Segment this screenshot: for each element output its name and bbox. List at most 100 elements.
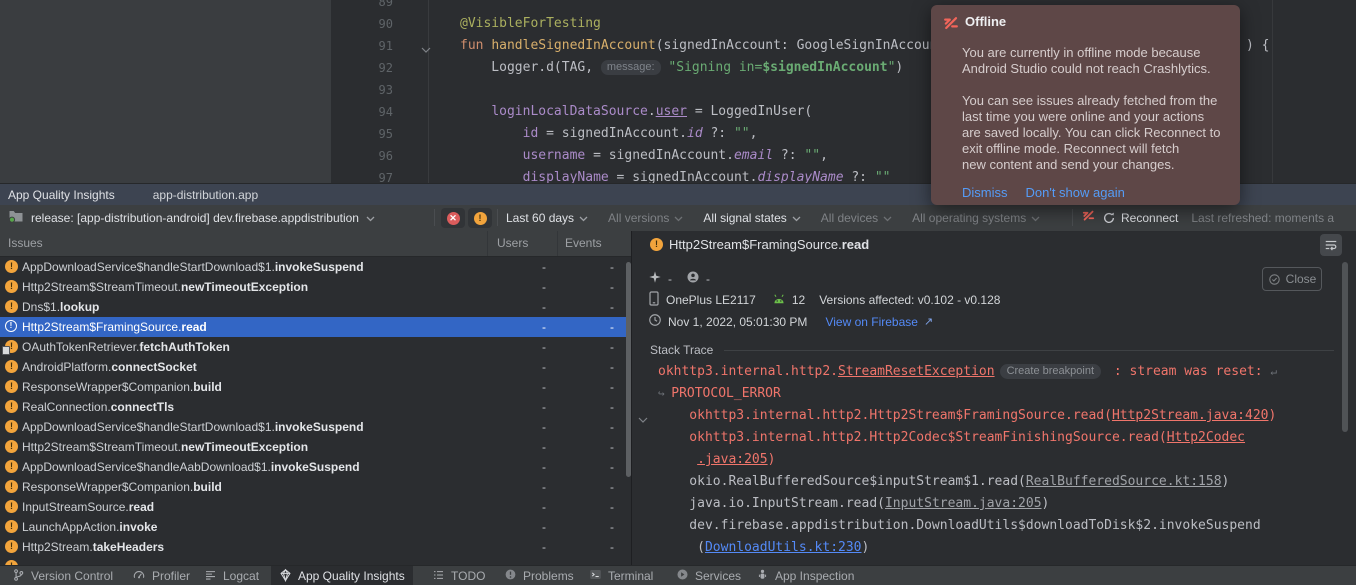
issue-method: newTimeoutException <box>181 280 308 294</box>
filter-label: All versions <box>608 211 669 225</box>
note-badge-icon <box>2 346 10 355</box>
stack-text: ) <box>1042 496 1050 511</box>
issue-users-value: - <box>500 377 546 397</box>
issue-row[interactable]: !Http2Stream$FramingSource.read-- <box>0 317 631 337</box>
tool-window-tab-app-quality-insights[interactable]: App Quality Insights <box>271 566 413 585</box>
refresh-icon <box>1102 211 1116 225</box>
issue-row[interactable]: !AppDownloadService$handleStartDownload$… <box>0 257 631 277</box>
tool-window-tab-terminal[interactable]: Terminal <box>581 566 661 585</box>
filter-dropdown-all-versions[interactable]: All versions <box>608 211 683 225</box>
issue-row[interactable]: !LaunchAppAction.invoke-- <box>0 517 631 537</box>
code-token: "" <box>804 148 820 163</box>
issue-users-value: - <box>500 437 546 457</box>
tool-window-tab-profiler[interactable]: Profiler <box>124 566 198 585</box>
dont-show-again-link[interactable]: Don't show again <box>1026 185 1125 200</box>
detail-scrollbar[interactable] <box>1342 262 1348 432</box>
column-divider[interactable] <box>557 231 558 256</box>
dismiss-link[interactable]: Dismiss <box>962 185 1008 200</box>
code-token: "Signing in= <box>661 60 763 75</box>
stack-frame-link[interactable]: InputStream.java:205 <box>885 496 1042 511</box>
filter-dropdown-all-signal-states[interactable]: All signal states <box>703 211 800 225</box>
close-label: Close <box>1286 272 1317 286</box>
empty-side-panel <box>0 0 332 183</box>
stack-text <box>658 452 697 467</box>
tool-window-tab-problems[interactable]: Problems <box>496 566 582 585</box>
issue-row[interactable]: !Dns$1.lookup-- <box>0 297 631 317</box>
stack-frame-link[interactable]: DownloadUtils.kt:230 <box>705 540 862 555</box>
soft-wrap-button[interactable] <box>1320 234 1342 256</box>
issue-row[interactable]: !AndroidPlatform.connectSocket-- <box>0 357 631 377</box>
issue-row[interactable]: !ResponseWrapper$Companion.build-- <box>0 477 631 497</box>
issue-row[interactable]: !Http2Stream$StreamTimeout.newTimeoutExc… <box>0 277 631 297</box>
non-fatal-filter-toggle[interactable]: ! <box>468 208 492 228</box>
issue-events-value: - <box>568 517 614 537</box>
issue-class: AppDownloadService$handleStartDownload$1… <box>22 260 275 274</box>
stack-frame-link[interactable]: Http2Stream.java:420 <box>1112 408 1269 423</box>
tool-window-tab-services[interactable]: Services <box>668 566 749 585</box>
stack-trace-label: Stack Trace <box>650 343 713 357</box>
issue-class: OAuthTokenRetriever. <box>22 340 139 354</box>
stack-frame-link[interactable]: .java:205 <box>697 452 767 467</box>
column-divider[interactable] <box>487 231 488 256</box>
reconnect-button[interactable]: Reconnect <box>1102 211 1178 225</box>
tool-window-tab-version-control[interactable]: Version Control <box>4 566 121 585</box>
issue-class: Http2Stream. <box>22 540 93 554</box>
filter-dropdown-all-operating-systems[interactable]: All operating systems <box>912 211 1040 225</box>
issue-class: AndroidPlatform. <box>22 360 111 374</box>
issue-row[interactable]: !RealConnection.connectTls-- <box>0 397 631 417</box>
services-icon <box>676 568 689 584</box>
issue-row[interactable]: !AppDownloadService$handleAabDownload$1.… <box>0 457 631 477</box>
code-token: , <box>750 126 758 141</box>
code-token: "" <box>875 170 891 183</box>
issue-users-value: - <box>500 297 546 317</box>
tool-window-tab-todo[interactable]: TODO <box>424 566 493 585</box>
issue-users-value: - <box>500 257 546 277</box>
issues-table-header[interactable]: Issues Users Events <box>0 231 631 257</box>
code-suffix: ) { <box>1246 35 1269 57</box>
issue-events-value: - <box>568 417 614 437</box>
issue-name: ResponseWrapper$Companion.build <box>22 377 222 397</box>
external-link-icon[interactable]: ↗ <box>924 315 933 328</box>
device-icon <box>648 291 660 309</box>
tool-window-tab-logcat[interactable]: Logcat <box>196 566 267 585</box>
tab-label: Services <box>695 569 741 583</box>
stack-frame-link[interactable]: Http2Codec <box>1167 430 1245 445</box>
code-token: ?: <box>844 170 875 183</box>
issue-row[interactable]: !Http2Stream.takeHeaders-- <box>0 537 631 557</box>
non-fatal-icon: ! <box>474 212 487 225</box>
tool-window-tab-app-inspection[interactable]: App Inspection <box>748 566 862 585</box>
create-breakpoint-chip[interactable]: Create breakpoint <box>1000 364 1101 379</box>
filter-dropdown-last-60-days[interactable]: Last 60 days <box>506 211 588 225</box>
tab-label: Problems <box>523 569 574 583</box>
issue-events-value: - <box>568 497 614 517</box>
issue-row[interactable]: !AppDownloadService$handleStartDownload$… <box>0 417 631 437</box>
code-token: $signedInAccount <box>762 60 887 75</box>
issue-row[interactable]: !InputStreamSource.read-- <box>0 497 631 517</box>
stack-text: ↪ <box>658 387 671 400</box>
view-on-firebase-link[interactable]: View on Firebase <box>825 315 918 329</box>
issue-row[interactable]: ! <box>0 557 631 565</box>
stack-text: PROTOCOL_ERROR <box>671 386 781 401</box>
issue-row[interactable]: !Http2Stream$StreamTimeout.newTimeoutExc… <box>0 437 631 457</box>
issues-panel: Issues Users Events !AppDownloadService$… <box>0 231 631 565</box>
issue-name: Http2Stream.takeHeaders <box>22 537 164 557</box>
filter-dropdown-all-devices[interactable]: All devices <box>821 211 892 225</box>
issue-method: invokeSuspend <box>275 260 364 274</box>
issue-class: AppDownloadService$handleAabDownload$1. <box>22 460 271 474</box>
fatal-filter-toggle[interactable]: ✕ <box>441 208 465 228</box>
line-number: 89 <box>331 0 393 13</box>
stack-text: ) <box>1269 408 1277 423</box>
soft-wrap-icon <box>1324 238 1338 252</box>
stack-text: java.io.InputStream.read( <box>658 496 885 511</box>
issue-users-value <box>500 557 546 565</box>
tab-app-distribution[interactable]: app-distribution.app <box>153 188 258 202</box>
issue-class: ResponseWrapper$Companion. <box>22 380 193 394</box>
stack-frame-link[interactable]: RealBufferedSource.kt:158 <box>1026 474 1222 489</box>
issue-row[interactable]: !OAuthTokenRetriever.fetchAuthToken-- <box>0 337 631 357</box>
issue-row[interactable]: !ResponseWrapper$Companion.build-- <box>0 377 631 397</box>
module-scope-dropdown[interactable]: release: [app-distribution-android] dev.… <box>8 205 375 231</box>
issue-method: read <box>129 500 154 514</box>
last-refreshed-label: Last refreshed: moments a <box>1191 211 1334 225</box>
stack-frame-link[interactable]: StreamResetException <box>838 364 995 379</box>
close-issue-button[interactable]: Close <box>1262 267 1322 291</box>
